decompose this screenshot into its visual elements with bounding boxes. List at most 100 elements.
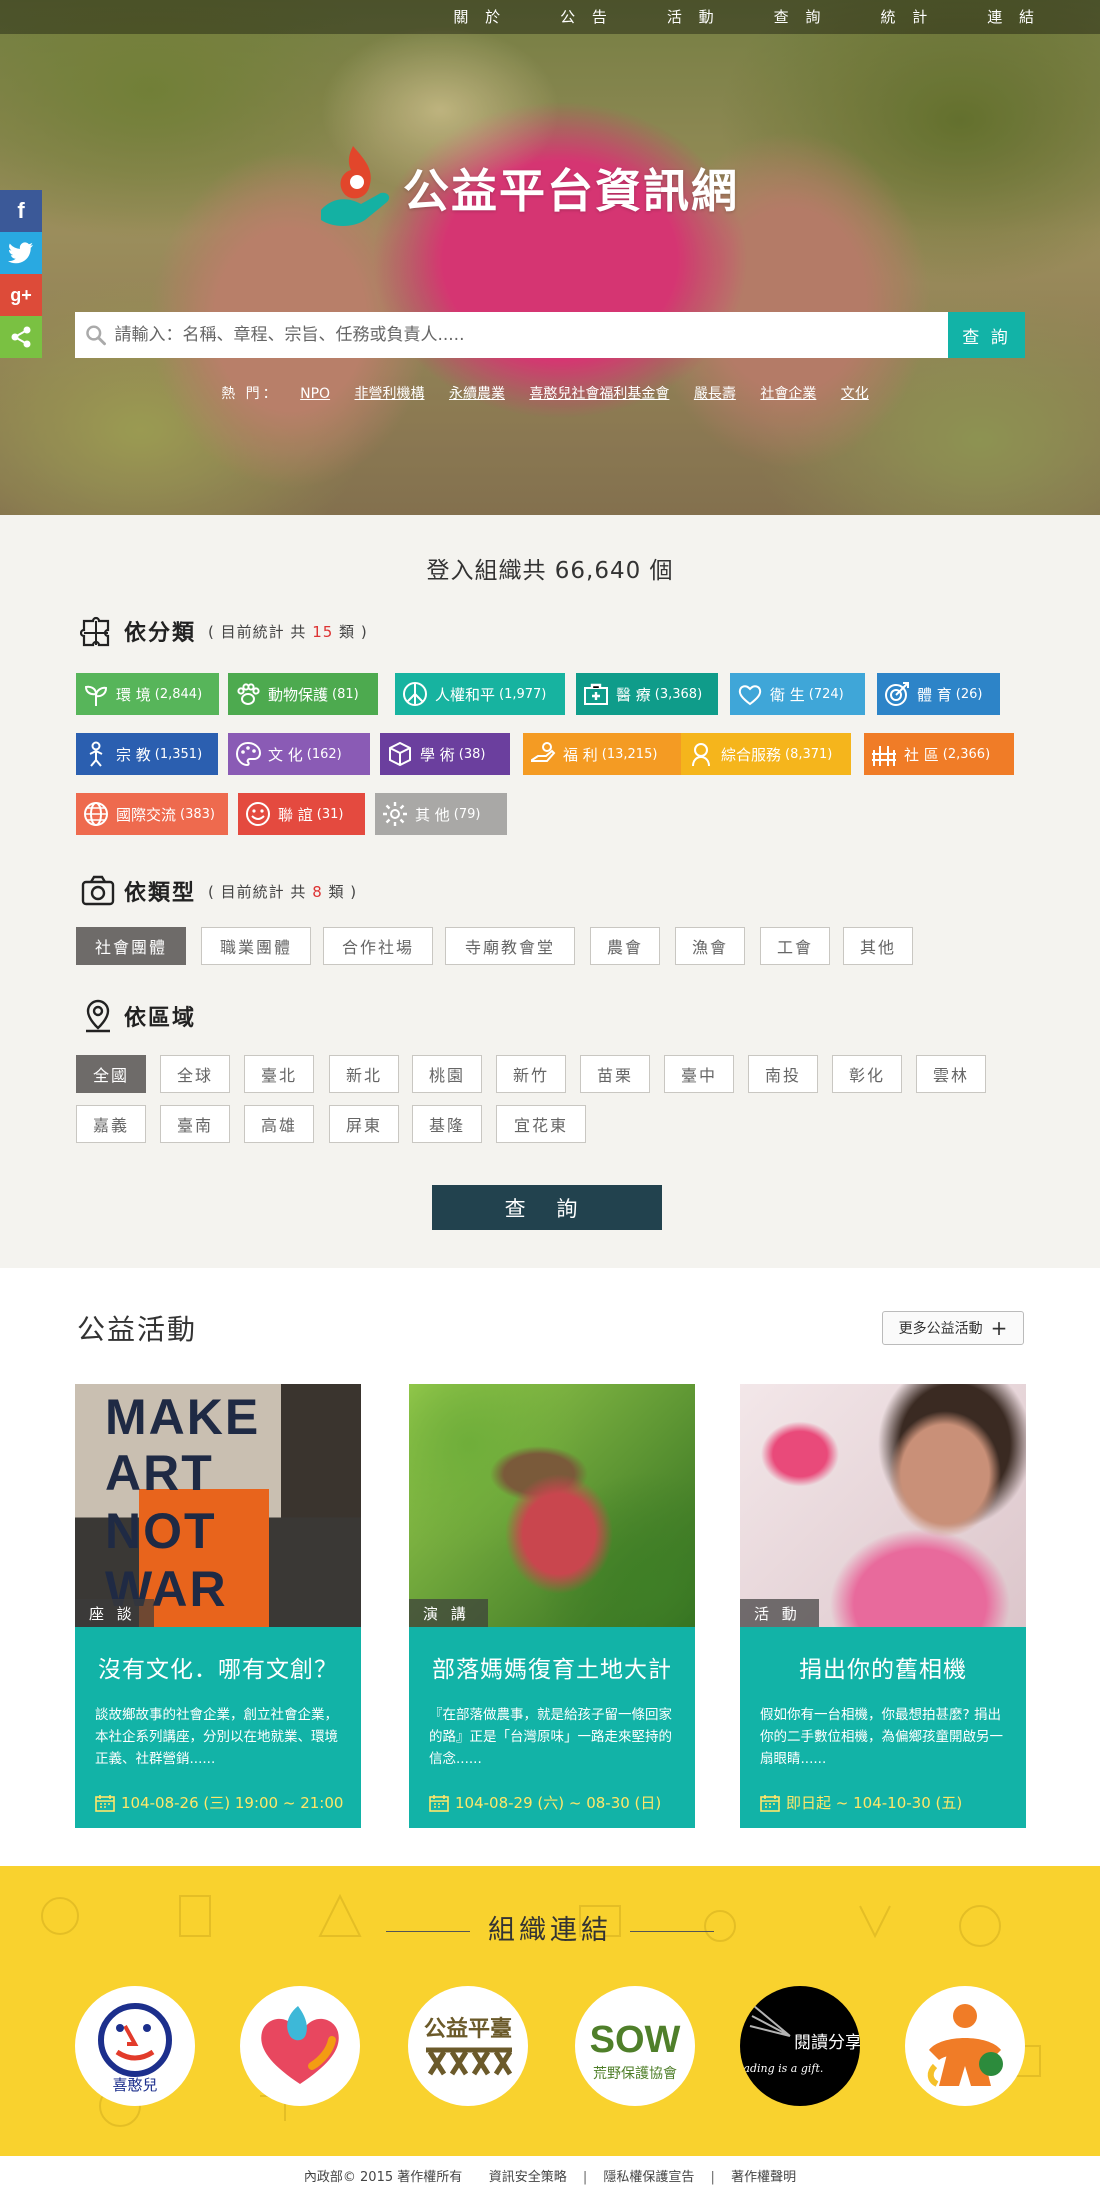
- nav-links[interactable]: 連 結: [987, 0, 1040, 34]
- hot-link-social-enterprise[interactable]: 社會企業: [760, 386, 816, 402]
- partner-logo-platform[interactable]: 公益平臺: [408, 1986, 528, 2106]
- category-label: 宗 教: [116, 745, 151, 764]
- event-tag: 演 講: [409, 1599, 488, 1627]
- partners-title: 組織連結: [0, 1908, 1100, 1947]
- hot-link-person[interactable]: 嚴長壽: [694, 386, 736, 402]
- category-label: 綜合服務: [721, 745, 782, 764]
- category-label: 國際交流: [116, 805, 177, 824]
- hero-banner: 關 於 公 告 活 動 查 詢 統 計 連 結 公益平台資訊網 查 詢 熱 門：…: [0, 0, 1100, 515]
- category-label: 衛 生: [770, 685, 805, 704]
- region-chip[interactable]: 基隆: [412, 1105, 482, 1143]
- region-chip[interactable]: 雲林: [916, 1055, 986, 1093]
- category-button[interactable]: 衛 生 (724): [730, 673, 865, 715]
- globe-icon: [84, 802, 108, 826]
- type-chip-professional[interactable]: 職業團體: [201, 927, 311, 965]
- event-description: 假如你有一台相機，你最想拍甚麼? 捐出你的二手數位相機，為偏鄉孩童開啟另一扇眼睛…: [760, 1707, 1003, 1767]
- event-image-girl: 活 動: [740, 1384, 1026, 1627]
- category-label: 社 區: [904, 745, 939, 764]
- category-label: 醫 療: [616, 685, 651, 704]
- query-button[interactable]: 查 詢: [432, 1185, 662, 1230]
- events-section: 公益活動 更多公益活動 + MAKE ART NOT WAR 座 談 沒有文化．…: [0, 1268, 1100, 1866]
- hot-link-npo[interactable]: NPO: [300, 386, 330, 402]
- region-chip[interactable]: 宜花東: [496, 1105, 586, 1143]
- type-chip-fishermen[interactable]: 漁會: [675, 927, 745, 965]
- event-card[interactable]: 演 講 部落媽媽復育土地大計 『在部落做農事，就是給孩子留一條回家的路』正是「台…: [409, 1384, 695, 1828]
- nav-statistics[interactable]: 統 計: [880, 0, 933, 34]
- partner-logo-people[interactable]: [905, 1986, 1025, 2106]
- region-chip[interactable]: 南投: [748, 1055, 818, 1093]
- hand-money-icon: [531, 742, 556, 762]
- svg-text:喜憨兒: 喜憨兒: [112, 2076, 157, 2094]
- hot-link-sustainable-agriculture[interactable]: 永續農業: [449, 386, 505, 402]
- region-chip[interactable]: 全國: [76, 1055, 146, 1093]
- site-footer: 內政部© 2015 著作權所有 資訊安全策略 | 隱私權保護宣告 | 著作權聲明: [0, 2156, 1100, 2200]
- hot-link-foundation[interactable]: 喜憨兒社會福利基金會: [529, 386, 669, 402]
- region-chip[interactable]: 嘉義: [76, 1105, 146, 1143]
- region-chip[interactable]: 臺中: [664, 1055, 734, 1093]
- category-button[interactable]: 宗 教 (1,351): [76, 733, 218, 775]
- category-button[interactable]: 人權和平 (1,977): [395, 673, 565, 715]
- partner-logo-heart[interactable]: [240, 1986, 360, 2106]
- region-chip[interactable]: 臺南: [160, 1105, 230, 1143]
- search-button[interactable]: 查 詢: [948, 312, 1025, 358]
- google-plus-icon[interactable]: g+: [0, 274, 42, 316]
- search-input[interactable]: [106, 325, 948, 345]
- category-button[interactable]: 環 境 (2,844): [76, 673, 219, 715]
- category-count: (79): [453, 806, 481, 822]
- region-chip[interactable]: 新竹: [496, 1055, 566, 1093]
- category-button[interactable]: 其 他 (79): [375, 793, 507, 835]
- type-chip-social[interactable]: 社會團體: [76, 927, 186, 965]
- event-tag: 座 談: [75, 1599, 154, 1627]
- category-button[interactable]: 綜合服務 (8,371): [681, 733, 851, 775]
- region-chip[interactable]: 臺北: [244, 1055, 314, 1093]
- region-chip[interactable]: 新北: [329, 1055, 399, 1093]
- category-button[interactable]: 學 術 (38): [380, 733, 510, 775]
- category-button[interactable]: 醫 療 (3,368): [576, 673, 718, 715]
- partner-logo-genesis[interactable]: 喜憨兒: [75, 1986, 195, 2106]
- type-chip-farmers[interactable]: 農會: [590, 927, 660, 965]
- category-button[interactable]: 動物保護 (81): [228, 673, 378, 715]
- poster-word: ART: [105, 1445, 214, 1501]
- category-count: (13,215): [601, 746, 658, 762]
- category-button[interactable]: 福 利 (13,215): [523, 733, 693, 775]
- share-icon[interactable]: [0, 316, 42, 358]
- target-icon: [885, 682, 909, 706]
- type-chip-cooperative[interactable]: 合作社場: [323, 927, 433, 965]
- footer-link-security[interactable]: 資訊安全策略: [489, 2170, 567, 2185]
- region-chip[interactable]: 高雄: [244, 1105, 314, 1143]
- organization-count: 登入組織共 66,640 個: [426, 558, 674, 584]
- nav-about[interactable]: 關 於: [453, 0, 506, 34]
- twitter-icon[interactable]: [0, 232, 42, 274]
- event-card[interactable]: MAKE ART NOT WAR 座 談 沒有文化．哪有文創？ 談故鄉故事的社會…: [75, 1384, 361, 1828]
- more-events-button[interactable]: 更多公益活動 +: [882, 1311, 1024, 1345]
- site-logo[interactable]: 公益平台資訊網: [313, 140, 739, 236]
- type-chip-temple[interactable]: 寺廟教會堂: [445, 927, 575, 965]
- category-button[interactable]: 體 育 (26): [877, 673, 1000, 715]
- category-count: (31): [316, 806, 344, 822]
- category-button[interactable]: 聯 誼 (31): [238, 793, 365, 835]
- category-button[interactable]: 文 化 (162): [228, 733, 370, 775]
- region-title: 依區域: [124, 1006, 197, 1031]
- region-chip[interactable]: 彰化: [832, 1055, 902, 1093]
- region-chip[interactable]: 桃園: [412, 1055, 482, 1093]
- facebook-icon[interactable]: f: [0, 190, 42, 232]
- type-chip-other[interactable]: 其他: [843, 927, 913, 965]
- footer-link-privacy[interactable]: 隱私權保護宣告: [603, 2170, 694, 2185]
- hot-link-culture[interactable]: 文化: [841, 386, 869, 402]
- footer-link-copyright[interactable]: 著作權聲明: [731, 2170, 796, 2185]
- type-chip-labor[interactable]: 工會: [760, 927, 830, 965]
- region-chip[interactable]: 苗栗: [580, 1055, 650, 1093]
- category-button[interactable]: 國際交流 (383): [76, 793, 228, 835]
- nav-events[interactable]: 活 動: [667, 0, 720, 34]
- hot-link-nonprofit[interactable]: 非營利機構: [355, 386, 425, 402]
- region-chip[interactable]: 屏東: [329, 1105, 399, 1143]
- search-field[interactable]: [75, 312, 948, 358]
- category-count: (38): [458, 746, 486, 762]
- partner-logo-sow[interactable]: SOW 荒野保護協會: [575, 1986, 695, 2106]
- event-card[interactable]: 活 動 捐出你的舊相機 假如你有一台相機，你最想拍甚麼? 捐出你的二手數位相機，…: [740, 1384, 1026, 1828]
- region-chip[interactable]: 全球: [160, 1055, 230, 1093]
- nav-announcements[interactable]: 公 告: [560, 0, 613, 34]
- category-button[interactable]: 社 區 (2,366): [864, 733, 1014, 775]
- partner-logo-reading[interactable]: 閱讀分享 Reading is a gift.: [740, 1986, 860, 2106]
- nav-search[interactable]: 查 詢: [774, 0, 827, 34]
